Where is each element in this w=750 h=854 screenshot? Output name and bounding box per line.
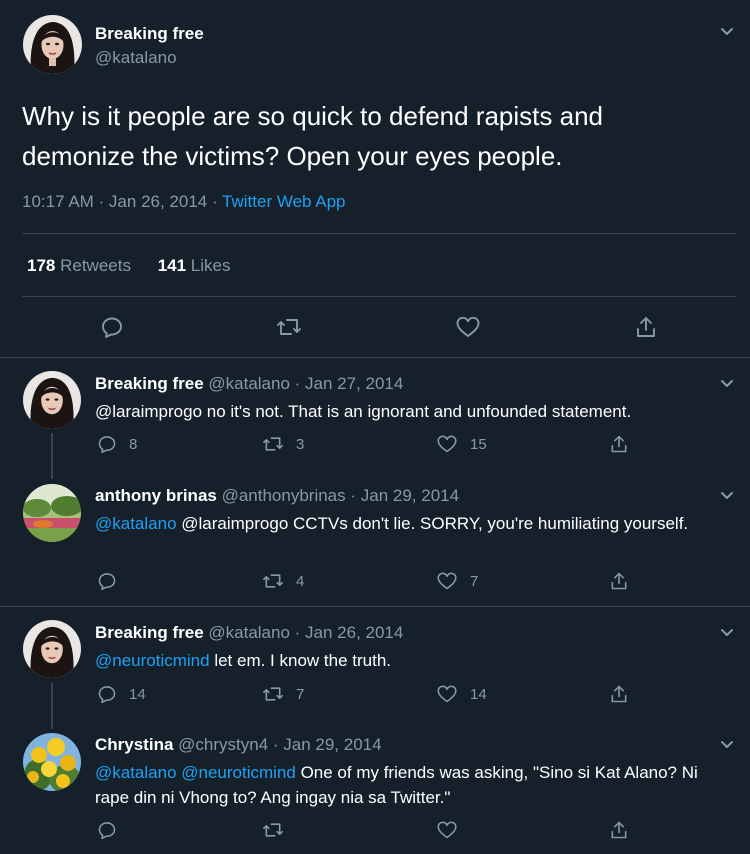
heart-icon — [437, 435, 457, 453]
reply-header: Chrystina @chrystyn4 · Jan 29, 2014 — [95, 735, 382, 755]
chevron-down-icon[interactable] — [718, 623, 736, 646]
reply-text-body: let em. I know the truth. — [209, 651, 392, 670]
avatar[interactable] — [23, 733, 81, 791]
share-icon — [611, 821, 627, 839]
likes-label: Likes — [186, 256, 231, 275]
display-name[interactable]: Breaking free — [95, 374, 204, 393]
retweet-count: 7 — [296, 685, 305, 703]
retweet-icon — [263, 437, 283, 451]
avatar[interactable] — [23, 371, 81, 429]
reply-icon — [98, 436, 116, 454]
handle-date[interactable]: @katalano · Jan 27, 2014 — [204, 374, 403, 393]
chevron-down-icon[interactable] — [718, 374, 736, 397]
heart-icon — [437, 821, 457, 839]
avatar[interactable] — [23, 620, 81, 678]
reply-button[interactable] — [100, 315, 124, 339]
retweets-stat[interactable]: 178 Retweets — [27, 256, 136, 275]
reply-header: anthony brinas @anthonybrinas · Jan 29, … — [95, 486, 459, 506]
likes-count: 141 — [157, 256, 187, 275]
reply-button[interactable] — [97, 820, 117, 840]
handle-date[interactable]: @chrystyn4 · Jan 29, 2014 — [173, 735, 381, 754]
handle-date[interactable]: @anthonybrinas · Jan 29, 2014 — [217, 486, 459, 505]
share-icon — [611, 572, 627, 590]
tweet-text: Why is it people are so quick to defend … — [22, 101, 603, 171]
display-name[interactable]: anthony brinas — [95, 486, 217, 505]
share-icon — [611, 435, 627, 453]
retweet-count: 3 — [296, 435, 305, 453]
reply-button[interactable] — [97, 571, 117, 591]
retweet-button[interactable] — [276, 315, 302, 339]
reply-text-body: @laraimprogo CCTVs don't lie. SORRY, you… — [176, 514, 689, 533]
divider — [0, 606, 750, 607]
reply-text: @katalano @neuroticmind One of my friend… — [95, 760, 725, 810]
chevron-down-icon[interactable] — [718, 22, 736, 45]
share-button[interactable] — [609, 820, 629, 840]
tweet-source[interactable]: Twitter Web App — [222, 192, 345, 211]
engagement-stats: 178 Retweets 141 Likes — [27, 256, 231, 276]
display-name[interactable]: Breaking free — [95, 24, 204, 44]
share-icon — [637, 317, 655, 337]
heart-icon — [437, 572, 457, 590]
reply-button[interactable]: 8 — [97, 434, 137, 454]
reply-icon — [98, 822, 116, 840]
avatar[interactable] — [23, 484, 81, 542]
handle[interactable]: @katalano — [95, 48, 177, 68]
retweets-label: Retweets — [55, 256, 131, 275]
retweets-count: 178 — [27, 256, 56, 275]
heart-icon — [456, 316, 480, 337]
avatar[interactable] — [23, 15, 82, 74]
display-name[interactable]: Chrystina — [95, 735, 173, 754]
share-button[interactable] — [609, 434, 629, 454]
like-button[interactable] — [455, 315, 481, 339]
chevron-down-icon[interactable] — [718, 735, 736, 758]
reply-text: @neuroticmind let em. I know the truth. — [95, 648, 725, 673]
retweet-button[interactable]: 4 — [262, 571, 304, 591]
heart-icon — [437, 685, 457, 703]
divider — [0, 357, 750, 358]
reply-text: @laraimprogo no it's not. That is an ign… — [95, 402, 632, 421]
reply-icon — [98, 573, 116, 591]
share-button[interactable] — [634, 315, 658, 339]
retweet-icon — [263, 574, 283, 588]
retweet-button[interactable]: 3 — [262, 434, 304, 454]
mention-link[interactable]: @neuroticmind — [95, 651, 210, 670]
share-icon — [611, 685, 627, 703]
mention-link[interactable]: @katalano — [95, 514, 177, 533]
thread-line — [51, 433, 53, 479]
share-button[interactable] — [609, 571, 629, 591]
like-count: 14 — [470, 685, 487, 703]
reply-icon — [98, 686, 116, 704]
like-button[interactable]: 14 — [436, 684, 487, 704]
divider — [22, 233, 736, 234]
reply-header: Breaking free @katalano · Jan 26, 2014 — [95, 623, 403, 643]
like-button[interactable]: 15 — [436, 434, 487, 454]
reply-text: @katalano @laraimprogo CCTVs don't lie. … — [95, 511, 705, 536]
like-button[interactable]: 7 — [436, 571, 478, 591]
divider — [22, 296, 736, 297]
chevron-down-icon[interactable] — [718, 486, 736, 509]
share-button[interactable] — [609, 684, 629, 704]
tweet-time[interactable]: 10:17 AM · Jan 26, 2014 · — [22, 192, 222, 211]
tweet-timestamp: 10:17 AM · Jan 26, 2014 · Twitter Web Ap… — [22, 192, 346, 212]
retweet-button[interactable]: 7 — [262, 684, 304, 704]
retweet-icon — [277, 319, 301, 335]
like-button[interactable] — [436, 820, 458, 840]
like-count: 15 — [470, 435, 487, 453]
reply-icon — [102, 317, 122, 338]
handle-date[interactable]: @katalano · Jan 26, 2014 — [204, 623, 403, 642]
reply-button[interactable]: 14 — [97, 684, 146, 704]
mention-link[interactable]: @katalano @neuroticmind — [95, 763, 296, 782]
display-name[interactable]: Breaking free — [95, 623, 204, 642]
likes-stat[interactable]: 141 Likes — [158, 256, 231, 275]
reply-header: Breaking free @katalano · Jan 27, 2014 — [95, 374, 403, 394]
thread-line — [51, 683, 53, 729]
retweet-count: 4 — [296, 572, 305, 590]
retweet-button[interactable] — [262, 820, 284, 840]
retweet-icon — [263, 687, 283, 701]
like-count: 7 — [470, 572, 479, 590]
retweet-icon — [263, 823, 283, 837]
reply-count: 14 — [129, 685, 146, 703]
reply-count: 8 — [129, 435, 138, 453]
